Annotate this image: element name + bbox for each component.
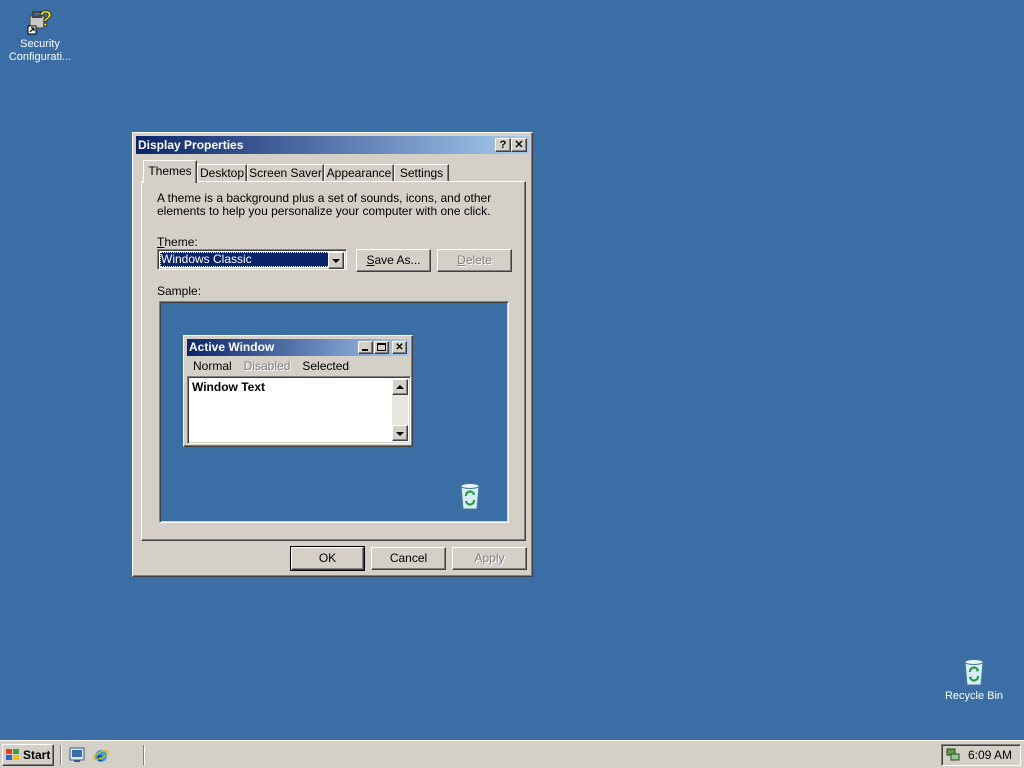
taskbar-divider	[143, 745, 145, 765]
taskbar-divider	[60, 745, 62, 765]
clock[interactable]: 6:09 AM	[968, 745, 1012, 765]
apply-button[interactable]: Apply	[452, 547, 527, 570]
theme-label: Theme:	[157, 235, 198, 249]
sample-menu-disabled: Disabled	[243, 359, 291, 373]
theme-description: A theme is a background plus a set of so…	[157, 191, 492, 218]
sample-window-text: Window Text	[192, 380, 265, 394]
scroll-down-icon	[392, 425, 408, 441]
theme-select-value: Windows Classic	[160, 252, 330, 267]
close-button[interactable]: ✕	[511, 138, 527, 152]
start-button[interactable]: Start	[2, 744, 54, 766]
sample-recycle-bin-icon	[454, 480, 486, 512]
help-button[interactable]: ?	[495, 138, 511, 152]
minimize-icon	[358, 341, 373, 354]
network-icon[interactable]	[946, 748, 960, 762]
dialog-title: Display Properties	[138, 138, 244, 152]
delete-button[interactable]: Delete	[437, 249, 512, 272]
close-icon: ✕	[392, 341, 407, 354]
sample-menu-normal: Normal	[193, 359, 232, 373]
save-as-button[interactable]: Save As...	[356, 249, 431, 272]
tab-settings[interactable]: Settings	[394, 164, 449, 182]
scroll-up-icon	[392, 379, 408, 395]
tab-desktop[interactable]: Desktop	[197, 164, 247, 182]
icon-label: Recycle Bin	[944, 690, 1004, 702]
sample-active-window: Active Window ✕ Normal Disabled Selected W…	[183, 335, 413, 447]
sample-window-text-area: Window Text	[187, 376, 411, 444]
tab-appearance[interactable]: Appearance	[324, 164, 394, 182]
dialog-titlebar[interactable]: Display Properties ? ✕	[136, 136, 529, 154]
desktop-icon-recycle-bin[interactable]: Recycle Bin	[936, 656, 1012, 703]
tab-themes[interactable]: Themes	[143, 160, 197, 183]
windows-logo-icon	[6, 749, 19, 760]
theme-sample-preview: Active Window ✕ Normal Disabled Selected W…	[159, 301, 509, 523]
svg-text:?: ?	[39, 6, 52, 31]
icon-label: Security	[20, 38, 60, 50]
system-tray: 6:09 AM	[941, 744, 1021, 766]
desktop-icon-security-configuration[interactable]: ? Security Configurati...	[2, 4, 78, 64]
icon-label: Configurati...	[8, 51, 72, 63]
ok-button[interactable]: OK	[290, 546, 365, 571]
maximize-icon	[374, 341, 389, 354]
sample-menu-bar: Normal Disabled Selected	[187, 357, 409, 375]
tab-screen-saver[interactable]: Screen Saver	[247, 164, 324, 182]
themes-tab-panel: A theme is a background plus a set of so…	[141, 181, 526, 541]
theme-dropdown-button[interactable]	[328, 252, 344, 269]
display-properties-dialog: Display Properties ? ✕ Themes Desktop Sc…	[132, 132, 533, 577]
sample-label: Sample:	[157, 284, 202, 298]
chevron-down-icon	[332, 259, 340, 263]
sample-menu-selected: Selected	[302, 359, 350, 373]
start-label: Start	[23, 748, 51, 762]
sample-window-title: Active Window ✕	[187, 339, 409, 356]
security-configuration-icon: ?	[24, 4, 56, 36]
cancel-button[interactable]: Cancel	[371, 547, 446, 570]
internet-explorer-icon[interactable]: e	[92, 746, 110, 764]
theme-select[interactable]: Windows Classic	[157, 249, 347, 270]
show-desktop-icon[interactable]	[68, 746, 86, 764]
sample-scrollbar	[392, 379, 408, 441]
taskbar: Start e 6:09 AM	[0, 740, 1024, 768]
recycle-bin-icon	[958, 656, 990, 688]
